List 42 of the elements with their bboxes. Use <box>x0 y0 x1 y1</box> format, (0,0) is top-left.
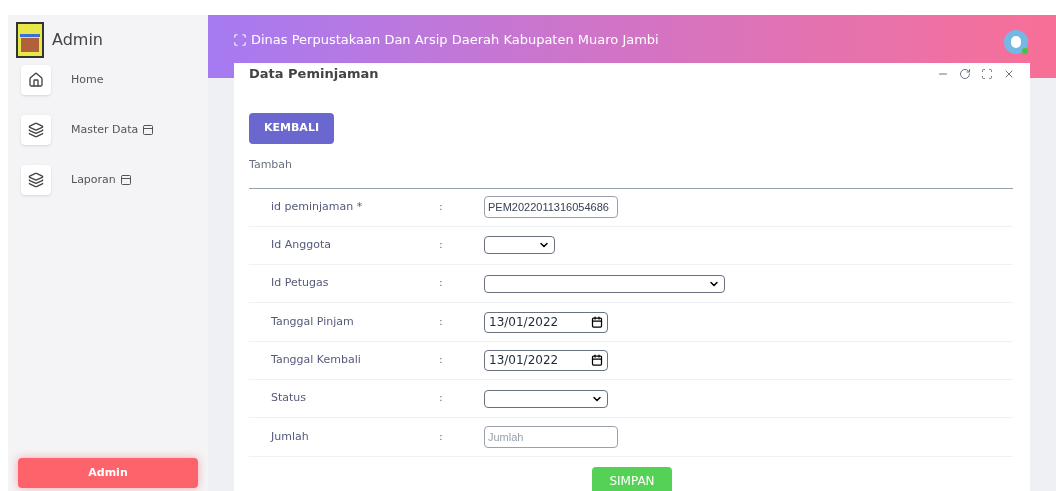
home-icon <box>28 72 44 88</box>
date-field[interactable]: 13/01/2022 <box>484 311 608 333</box>
separator-colon: : <box>439 237 444 254</box>
field-label: id peminjaman * <box>270 198 364 215</box>
panel-icon <box>142 124 155 136</box>
fullscreen-icon[interactable] <box>233 33 247 47</box>
field-label: Status <box>270 390 308 407</box>
separator-colon: : <box>439 428 444 445</box>
separator-colon: : <box>439 275 444 292</box>
layers-icon <box>28 122 44 138</box>
panel-icon <box>119 174 132 186</box>
input-field[interactable]: Jumlah <box>484 425 618 448</box>
back-button[interactable]: KEMBALI <box>249 113 334 144</box>
sidebar-item[interactable]: Home <box>21 65 208 95</box>
select-field[interactable] <box>484 236 555 255</box>
sidebar-item[interactable]: Master Data <box>21 115 208 145</box>
section-label: Tambah <box>249 157 294 173</box>
field-label: Id Anggota <box>270 237 332 254</box>
sidebar-item[interactable]: Laporan <box>21 165 208 195</box>
calendar-icon <box>591 316 603 329</box>
date-field[interactable]: 13/01/2022 <box>484 349 608 371</box>
field-label: Tanggal Pinjam <box>270 313 355 330</box>
separator-colon: : <box>439 198 444 215</box>
field-label: Id Petugas <box>270 275 330 292</box>
sidebar-title: Admin <box>52 29 103 51</box>
select-field[interactable] <box>484 389 608 408</box>
emblem-logo <box>16 22 44 58</box>
close-icon[interactable] <box>1003 68 1015 80</box>
refresh-icon[interactable] <box>959 68 971 80</box>
separator-colon: : <box>439 352 444 369</box>
input-field[interactable]: PEM2022011316054686 <box>484 196 618 219</box>
header-title: Dinas Perpustakaan Dan Arsip Daerah Kabupaten Muaro Jambi <box>251 31 659 49</box>
field-label: Tanggal Kembali <box>270 352 362 369</box>
layers-icon <box>28 172 44 188</box>
card-title: Data Peminjaman <box>249 65 379 84</box>
expand-icon[interactable] <box>981 68 993 80</box>
field-label: Jumlah <box>269 428 310 445</box>
calendar-icon <box>591 354 603 367</box>
select-field[interactable] <box>484 274 725 293</box>
separator-colon: : <box>439 390 444 407</box>
avatar-icon[interactable] <box>1004 30 1028 54</box>
separator-colon: : <box>439 313 444 330</box>
